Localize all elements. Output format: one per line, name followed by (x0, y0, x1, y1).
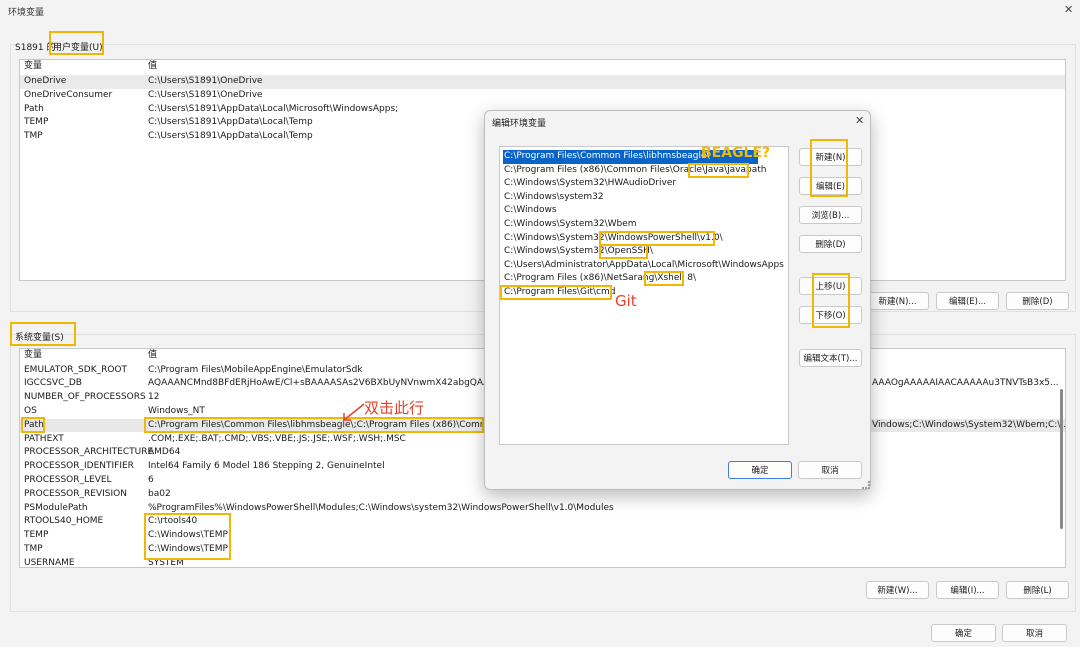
var-name: USERNAME (24, 557, 75, 568)
path-value-highlight (144, 417, 484, 433)
var-name: PSModulePath (24, 502, 88, 513)
var-value-right: Vindows;C:\Windows\System32\Wbem;C:\... (872, 419, 1066, 430)
var-value: 6 (148, 474, 154, 485)
java-highlight (688, 163, 749, 178)
dialog-ok-button[interactable]: 确定 (728, 461, 792, 479)
beagle-annotation: BEAGLE? (701, 145, 771, 161)
edit-env-dialog: 编辑环境变量 ✕ C:\Program Files\Common Files\l… (484, 110, 871, 490)
path-entry[interactable]: C:\Windows\System32\HWAudioDriver (503, 177, 785, 191)
cancel-button[interactable]: 取消 (1002, 624, 1067, 642)
var-value: AQAAANCMnd8BFdERjHoAwE/Cl+sBAAAASAs2V6BX… (148, 378, 503, 389)
var-name: PROCESSOR_REVISION (24, 488, 127, 499)
user-vars-header: 变量 值 (20, 60, 1065, 74)
rtools-temp-highlight (144, 513, 231, 560)
var-name: TMP (24, 543, 43, 554)
var-name: OneDrive (24, 76, 67, 86)
double-click-annotation: 双击此行 (364, 399, 425, 417)
system-edit-button[interactable]: 编辑(I)... (936, 581, 999, 599)
path-entry-text: C:\Windows\system32 (504, 191, 604, 202)
git-highlight (500, 285, 612, 300)
header-variable: 变量 (24, 61, 43, 71)
xshell-highlight (644, 271, 684, 286)
annotation-arrow-icon (343, 403, 365, 421)
path-entry-text: C:\Users\Administrator\AppData\Local\Mic… (504, 259, 784, 270)
openssh-highlight (599, 244, 648, 259)
var-name: PATHEXT (24, 433, 64, 444)
dialog-cancel-button[interactable]: 取消 (798, 461, 862, 479)
path-entry-text: C:\Windows\System32\HWAudioDriver (504, 178, 677, 189)
var-value: Intel64 Family 6 Model 186 Stepping 2, G… (148, 461, 385, 472)
var-name: PROCESSOR_LEVEL (24, 474, 112, 485)
path-entry[interactable]: C:\Windows (503, 204, 785, 218)
ok-button[interactable]: 确定 (931, 624, 996, 642)
system-vars-scrollbar[interactable] (1060, 389, 1063, 529)
window-title: 环境变量 (8, 8, 45, 18)
header-value: 值 (148, 350, 158, 360)
var-name: TMP (24, 131, 43, 142)
var-value: C:\Users\S1891\AppData\Local\Microsoft\W… (148, 103, 399, 114)
var-name: EMULATOR_SDK_ROOT (24, 364, 128, 375)
var-value: .COM;.EXE;.BAT;.CMD;.VBS;.VBE;.JS;.JSE;.… (148, 433, 406, 444)
var-value: C:\Users\S1891\OneDrive (148, 76, 263, 86)
var-value: 12 (148, 392, 160, 403)
var-name: PROCESSOR_ARCHITECTURE (24, 447, 154, 458)
dialog-edit-text-button[interactable]: 编辑文本(T)... (799, 349, 862, 367)
var-name: OneDriveConsumer (24, 89, 113, 100)
var-name: Path (24, 103, 44, 114)
path-entry-text: C:\Windows\System32\Wbem (504, 219, 637, 229)
user-new-button[interactable]: 新建(N)... (866, 292, 929, 310)
dialog-close-icon[interactable]: ✕ (855, 114, 864, 127)
var-value: C:\Users\S1891\AppData\Local\Temp (148, 131, 313, 142)
path-entry-text: C:\Program Files\Common Files\libhmsbeag… (504, 151, 710, 161)
up-down-highlight (812, 273, 850, 328)
resize-grip-icon[interactable] (862, 481, 870, 489)
var-value: AMD64 (148, 447, 181, 458)
user-var-row-onedriveconsumer[interactable]: OneDriveConsumer C:\Users\S1891\OneDrive (20, 89, 1065, 103)
system-delete-button[interactable]: 删除(L) (1006, 581, 1069, 599)
path-entry[interactable]: C:\Windows\system32 (503, 191, 785, 205)
dialog-delete-button[interactable]: 删除(D) (799, 235, 862, 253)
system-new-button[interactable]: 新建(W)... (866, 581, 929, 599)
var-name: TEMP (24, 530, 49, 541)
var-name: PROCESSOR_IDENTIFIER (24, 461, 134, 472)
header-variable: 变量 (24, 350, 43, 360)
var-name: TEMP (24, 117, 49, 128)
window-close-icon[interactable]: ✕ (1064, 3, 1073, 16)
var-name: IGCCSVC_DB (24, 378, 82, 389)
dialog-path-list[interactable]: C:\Program Files\Common Files\libhmsbeag… (499, 146, 789, 445)
new-edit-highlight (810, 139, 848, 197)
system-vars-group-label: 系统变量(S) (15, 333, 64, 343)
dialog-title: 编辑环境变量 (492, 119, 547, 129)
user-delete-button[interactable]: 删除(D) (1006, 292, 1069, 310)
path-entry[interactable]: C:\Windows\System32\Wbem (503, 218, 785, 232)
user-var-row-onedrive[interactable]: OneDrive C:\Users\S1891\OneDrive (20, 75, 1065, 89)
var-value-right: AAAOgAAAAAIAACAAAAAu3TNVTsB3x5... (872, 378, 1059, 389)
header-value: 值 (148, 61, 158, 71)
var-value: ba02 (148, 488, 171, 499)
user-edit-button[interactable]: 编辑(E)... (936, 292, 999, 310)
var-name: NUMBER_OF_PROCESSORS (24, 392, 146, 403)
git-annotation: Git (615, 292, 637, 310)
var-value: C:\Users\S1891\AppData\Local\Temp (148, 117, 313, 128)
path-name-highlight (21, 417, 45, 433)
var-name: RTOOLS40_HOME (24, 516, 104, 527)
user-vars-group-label: 用户变量(U) (53, 43, 103, 53)
var-value: C:\Users\S1891\OneDrive (148, 89, 263, 100)
path-entry-text: C:\Windows (504, 205, 557, 216)
var-value: C:\Program Files\MobileAppEngine\Emulato… (148, 364, 363, 375)
dialog-browse-button[interactable]: 浏览(B)... (799, 206, 862, 224)
